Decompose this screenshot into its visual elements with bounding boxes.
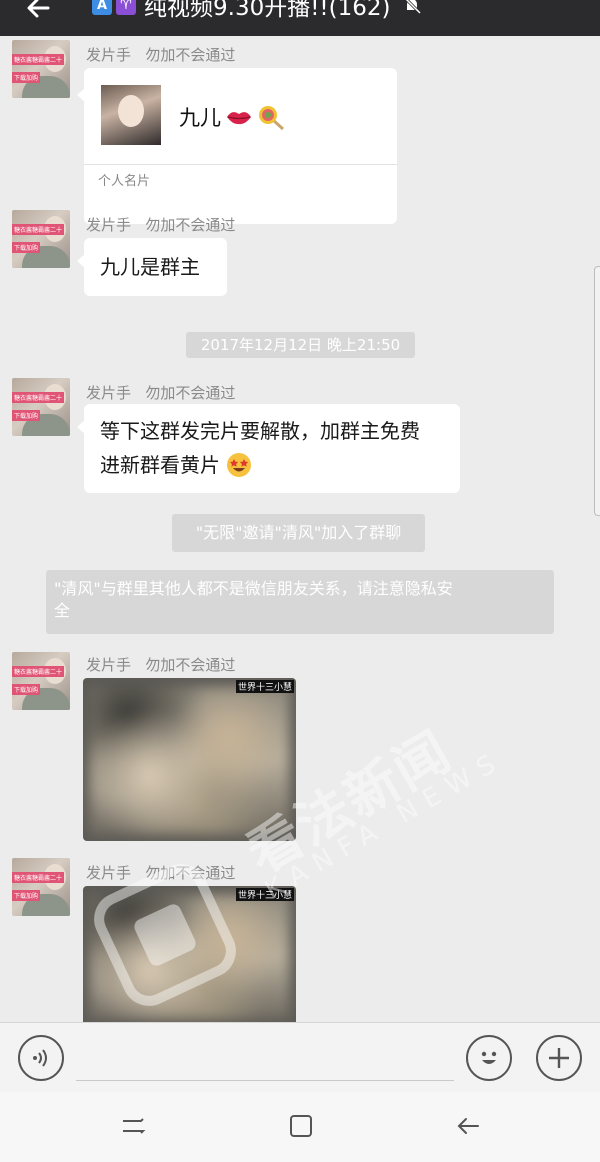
chat-message-list[interactable]: 糖衣酱糖霸酱二十 下载加购 发片手 勿加不会通过 九儿 个人名片 糖衣酱糖霸酱二…: [0, 36, 600, 1022]
sender-name: 发片手 勿加不会通过: [86, 654, 235, 675]
sender-note: 勿加不会通过: [145, 864, 236, 882]
nav-back-icon[interactable]: [452, 1110, 484, 1142]
mute-bell-icon: [404, 0, 421, 15]
message-input-bar: [0, 1022, 600, 1092]
blurred-image: [89, 894, 290, 1020]
sender-name: 发片手 勿加不会通过: [86, 862, 235, 883]
a-button-emoji: A: [92, 0, 112, 15]
voice-icon: [33, 1049, 47, 1067]
avatar-label: 糖衣酱糖霸酱二十: [12, 224, 65, 235]
system-message-invite: "无限"邀请"清风"加入了群聊: [172, 514, 425, 552]
media-watermark-label: 世界十三小慧: [235, 680, 294, 693]
message-bubble[interactable]: 九儿是群主: [77, 238, 227, 296]
card-footer-label: 个人名片: [98, 174, 151, 189]
avatar[interactable]: 糖衣酱糖霸酱二十 下载加购: [12, 378, 70, 436]
home-icon[interactable]: [285, 1110, 317, 1142]
avatar[interactable]: 糖衣酱糖霸酱二十 下载加购: [12, 652, 70, 710]
system-message-warning: "清风"与群里其他人都不是微信朋友关系，请注意隐私安 全: [46, 570, 554, 634]
contact-name-text: 九儿: [179, 106, 221, 130]
sender-note: 勿加不会通过: [145, 46, 236, 64]
scrollbar[interactable]: [594, 266, 600, 516]
lips-icon: [227, 112, 251, 125]
sender-name: 发片手 勿加不会通过: [86, 44, 235, 65]
sender-nickname: 发片手: [86, 46, 132, 64]
message-image: 糖衣酱糖霸酱二十 下载加购 发片手 勿加不会通过 世界十三小慧: [0, 854, 600, 1022]
system-navigation-bar: [0, 1092, 600, 1162]
contact-photo: [101, 85, 161, 145]
avatar-label: 糖衣酱糖霸酱二十: [12, 666, 65, 677]
sender-note: 勿加不会通过: [145, 216, 236, 234]
avatar-label: 糖衣酱糖霸酱二十: [12, 392, 65, 403]
chat-header: A ♈ 纯视频9.30开播!!(162): [0, 0, 600, 36]
sender-nickname: 发片手: [86, 384, 132, 402]
avatar[interactable]: 糖衣酱糖霸酱二十 下载加购: [12, 210, 70, 268]
back-arrow-icon[interactable]: [22, 0, 54, 24]
sender-nickname: 发片手: [86, 216, 132, 234]
more-options-button[interactable]: [536, 1035, 582, 1081]
message-contact-card: 糖衣酱糖霸酱二十 下载加购 发片手 勿加不会通过 九儿 个人名片: [0, 36, 600, 236]
avatar-label: 糖衣酱糖霸酱二十: [12, 54, 65, 65]
recent-apps-icon[interactable]: [117, 1110, 149, 1142]
contact-name: 九儿: [179, 102, 285, 132]
message-image: 糖衣酱糖霸酱二十 下载加购 发片手 勿加不会通过 世界十三小慧: [0, 648, 600, 848]
card-divider: [84, 164, 397, 165]
sender-note: 勿加不会通过: [145, 384, 236, 402]
media-watermark-label: 世界十三小慧: [235, 888, 294, 901]
star-struck-emoji-icon: [227, 453, 251, 477]
message-text: 糖衣酱糖霸酱二十 下载加购 发片手 勿加不会通过 等下这群发完片要解散，加群主免…: [0, 376, 600, 506]
contact-card[interactable]: 九儿 个人名片: [77, 68, 397, 224]
plus-icon: [549, 1048, 569, 1068]
sender-note: 勿加不会通过: [145, 656, 236, 674]
sender-name: 发片手 勿加不会通过: [86, 382, 235, 403]
timestamp: 2017年12月12日 晚上21:50: [186, 332, 415, 358]
image-message[interactable]: 世界十三小慧: [83, 678, 296, 841]
system-message-text: 全: [54, 601, 71, 620]
avatar-label: 下载加购: [12, 410, 41, 421]
emoji-icon: [481, 1051, 497, 1064]
voice-input-button[interactable]: [18, 1035, 64, 1081]
avatar-label: 下载加购: [12, 684, 41, 695]
message-bubble[interactable]: 等下这群发完片要解散，加群主免费 进新群看黄片: [77, 404, 460, 493]
message-text-input[interactable]: [76, 1035, 454, 1081]
message-text: 糖衣酱糖霸酱二十 下载加购 发片手 勿加不会通过 九儿是群主: [0, 208, 600, 308]
avatar-label: 下载加购: [12, 72, 41, 83]
aries-emoji: ♈: [116, 0, 136, 15]
avatar-label: 下载加购: [12, 242, 41, 253]
message-text: 九儿是群主: [100, 255, 200, 279]
system-message-text: "无限"邀请"清风"加入了群聊: [195, 523, 402, 542]
chat-title-group[interactable]: A ♈ 纯视频9.30开播!!(162): [92, 0, 423, 21]
image-message[interactable]: 世界十三小慧: [83, 886, 296, 1022]
avatar-label: 糖衣酱糖霸酱二十: [12, 872, 65, 883]
lollipop-icon: [259, 106, 285, 130]
avatar-label: 下载加购: [12, 890, 41, 901]
sender-nickname: 发片手: [86, 656, 132, 674]
message-text-line: 等下这群发完片要解散，加群主免费: [100, 419, 420, 443]
system-message-text: "清风"与群里其他人都不是微信朋友关系，请注意隐私安: [54, 579, 453, 598]
chat-title: 纯视频9.30开播!!(162): [144, 0, 391, 21]
message-text-line: 进新群看黄片: [100, 453, 220, 477]
avatar[interactable]: 糖衣酱糖霸酱二十 下载加购: [12, 40, 70, 98]
sender-nickname: 发片手: [86, 864, 132, 882]
emoji-button[interactable]: [466, 1035, 512, 1081]
blurred-image: [89, 686, 290, 835]
avatar[interactable]: 糖衣酱糖霸酱二十 下载加购: [12, 858, 70, 916]
sender-name: 发片手 勿加不会通过: [86, 214, 235, 235]
